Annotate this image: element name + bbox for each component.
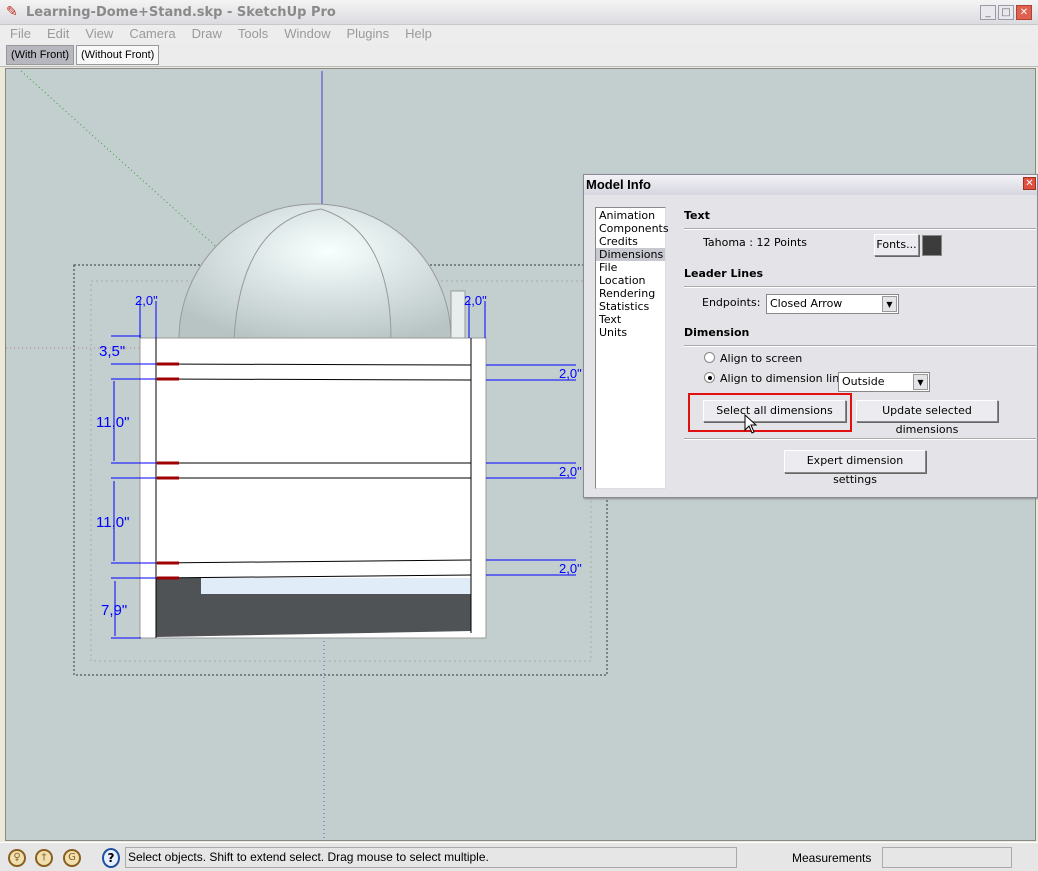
dimension-label[interactable]: 2,0" (559, 561, 582, 576)
category-units[interactable]: Units (596, 326, 665, 339)
menu-view[interactable]: View (75, 25, 119, 43)
category-components[interactable]: Components (596, 222, 669, 235)
category-dimensions[interactable]: Dimensions (596, 248, 665, 261)
window-title: Learning-Dome+Stand.skp - SketchUp Pro (26, 5, 336, 20)
category-text[interactable]: Text (596, 313, 665, 326)
category-list[interactable]: Animation Components Credits Dimensions … (595, 207, 669, 489)
menu-tools[interactable]: Tools (228, 25, 274, 43)
chevron-down-icon: ▼ (913, 374, 928, 390)
dimension-label[interactable]: 11,0" (96, 514, 129, 531)
annotation-highlight-box (688, 393, 852, 432)
dimension-label[interactable]: 7,9" (101, 602, 127, 619)
dimension-label[interactable]: 2,0" (559, 366, 582, 381)
category-animation[interactable]: Animation (596, 209, 665, 222)
stand-base-top (201, 578, 471, 594)
dimension-heading: Dimension (684, 326, 750, 339)
update-selected-dimensions-button[interactable]: Update selected dimensions (856, 400, 998, 436)
tab-without-front[interactable]: (Without Front) (76, 45, 160, 65)
category-statistics[interactable]: Statistics (596, 300, 665, 313)
text-color-swatch[interactable] (922, 235, 942, 256)
dimension-label[interactable]: 11,0" (96, 414, 129, 431)
close-button[interactable]: ✕ (1016, 5, 1032, 20)
align-to-dimension-line-radio[interactable] (704, 372, 715, 383)
dome (178, 203, 452, 340)
category-rendering[interactable]: Rendering (596, 287, 665, 300)
text-position-select[interactable]: Outside ▼ (838, 372, 930, 392)
expert-dimension-settings-button[interactable]: Expert dimension settings (784, 450, 926, 486)
tab-with-front[interactable]: (With Front) (6, 45, 75, 65)
divider (684, 228, 1036, 230)
dome-side (450, 290, 466, 340)
align-to-dimension-line-label[interactable]: Align to dimension line (720, 372, 846, 385)
menu-camera[interactable]: Camera (119, 25, 181, 43)
fonts-button[interactable]: Fonts... (874, 234, 919, 256)
endpoints-label: Endpoints: (702, 296, 761, 309)
mouse-cursor-icon (744, 414, 758, 434)
dialog-title: Model Info (584, 175, 1037, 195)
leader-lines-heading: Leader Lines (684, 267, 764, 280)
credits-icon[interactable]: † (35, 849, 53, 867)
align-to-screen-label[interactable]: Align to screen (720, 352, 802, 365)
title-bar: ✎ Learning-Dome+Stand.skp - SketchUp Pro… (0, 0, 1038, 25)
divider (684, 345, 1036, 347)
measurements-input[interactable] (882, 847, 1012, 868)
dimension-label[interactable]: 2,0" (464, 293, 487, 308)
help-icon[interactable]: ? (102, 848, 120, 868)
menu-edit[interactable]: Edit (37, 25, 75, 43)
geo-location-icon[interactable]: ♀ (8, 849, 26, 867)
endpoints-select[interactable]: Closed Arrow ▼ (766, 294, 899, 314)
text-position-value: Outside (842, 375, 885, 388)
text-heading: Text (684, 209, 710, 222)
menu-plugins[interactable]: Plugins (337, 25, 396, 43)
endpoints-value: Closed Arrow (770, 297, 843, 310)
minimize-button[interactable]: _ (980, 5, 996, 20)
menu-help[interactable]: Help (395, 25, 438, 43)
category-location[interactable]: Location (596, 274, 665, 287)
sign-in-icon[interactable]: G (63, 849, 81, 867)
align-to-screen-radio[interactable] (704, 352, 715, 363)
menu-window[interactable]: Window (274, 25, 336, 43)
font-description: Tahoma : 12 Points (703, 236, 808, 249)
status-bar: ♀ † G ? Select objects. Shift to extend … (0, 842, 1038, 871)
dimension-label[interactable]: 3,5" (99, 343, 125, 360)
menu-draw[interactable]: Draw (182, 25, 228, 43)
dialog-close-button[interactable]: ✕ (1023, 177, 1036, 190)
chevron-down-icon: ▼ (882, 296, 897, 312)
divider (684, 438, 1036, 440)
category-credits[interactable]: Credits (596, 235, 665, 248)
dimension-label[interactable]: 2,0" (559, 464, 582, 479)
maximize-button[interactable]: □ (998, 5, 1014, 20)
menu-file[interactable]: File (0, 25, 37, 43)
dimension-label[interactable]: 2,0" (135, 293, 158, 308)
measurements-label: Measurements (792, 851, 872, 865)
category-file[interactable]: File (596, 261, 665, 274)
divider (684, 286, 1036, 288)
status-message: Select objects. Shift to extend select. … (125, 847, 737, 868)
sketchup-app-icon: ✎ (6, 4, 18, 20)
scene-tabs: (With Front) (Without Front) (0, 43, 1038, 67)
model-info-dialog: Model Info ✕ Animation Components Credit… (583, 174, 1038, 498)
menu-bar: File Edit View Camera Draw Tools Window … (0, 25, 1038, 43)
